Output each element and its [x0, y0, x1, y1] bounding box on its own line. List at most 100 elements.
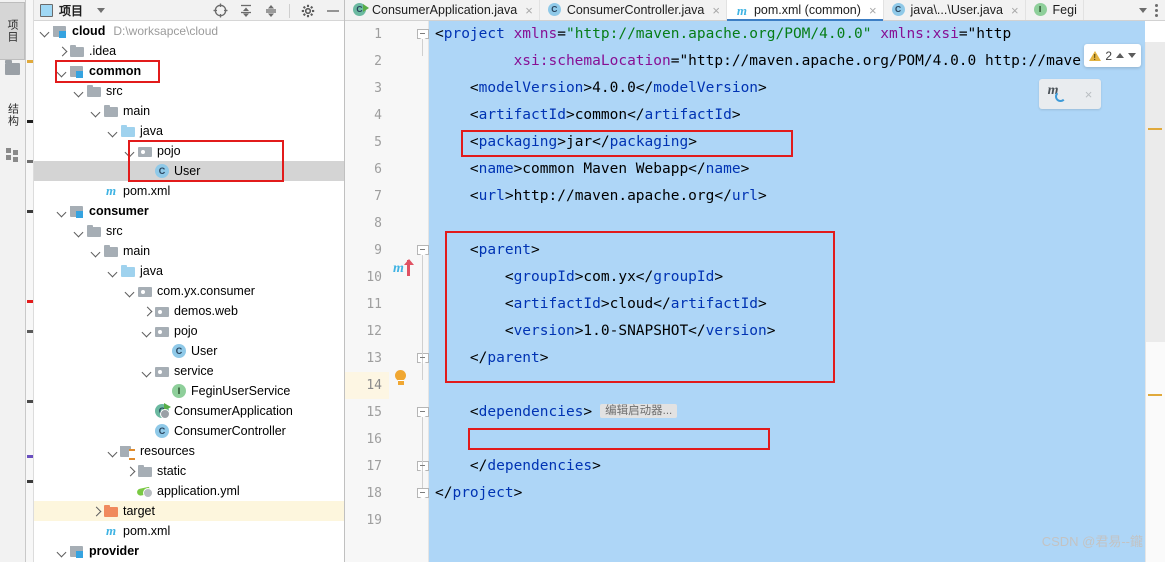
- tree-node-feginuserservice[interactable]: I FeginUserService: [34, 381, 344, 401]
- tree-node-pom-xml[interactable]: m pom.xml: [34, 181, 344, 201]
- code-line[interactable]: [429, 372, 1145, 399]
- code-line[interactable]: <artifactId>common</artifactId>: [429, 102, 1145, 129]
- maven-reload-icon[interactable]: m: [1048, 83, 1068, 104]
- chevron-down-icon[interactable]: [142, 326, 153, 337]
- tree-node-common[interactable]: common: [34, 61, 344, 81]
- close-icon[interactable]: ×: [869, 4, 877, 17]
- code-line[interactable]: <dependencies> 编辑启动器...: [429, 399, 1145, 426]
- project-tree[interactable]: cloud D:\worksapce\cloud .idea common src mai…: [34, 21, 344, 562]
- maven-reload-popup[interactable]: m ×: [1039, 79, 1101, 109]
- tree-node-application-yml[interactable]: application.yml: [34, 481, 344, 501]
- chevron-down-icon[interactable]: [57, 66, 68, 77]
- code-line[interactable]: <project xmlns="http://maven.apache.org/…: [429, 21, 1145, 48]
- chevron-down-icon[interactable]: [108, 446, 119, 457]
- chevron-down-icon[interactable]: [40, 26, 51, 37]
- close-icon[interactable]: ×: [1011, 4, 1019, 17]
- code-line[interactable]: <groupId>com.yx</groupId>: [429, 264, 1145, 291]
- code-editor[interactable]: 1 2 3 4 5 6 7 8 9 10 11 12 13 14 15 16 17 18 19 <project x…: [345, 21, 1165, 562]
- maven-reload-gutter-icon[interactable]: m: [393, 259, 415, 278]
- editor-tab-pom-xml--common-[interactable]: m pom.xml (common) ×: [726, 0, 884, 21]
- inspection-warning-chip[interactable]: 2: [1084, 44, 1141, 67]
- tree-node-java[interactable]: java: [34, 121, 344, 141]
- tree-node-service[interactable]: service: [34, 361, 344, 381]
- tree-node-provider[interactable]: provider: [34, 541, 344, 561]
- editor-tab-consumerapplication-java[interactable]: C ConsumerApplication.java ×: [345, 0, 540, 20]
- chevron-down-icon[interactable]: [74, 226, 85, 237]
- chevron-down-icon[interactable]: [57, 206, 68, 217]
- tree-node-com-yx-consumer[interactable]: com.yx.consumer: [34, 281, 344, 301]
- minimap-scroll-thumb[interactable]: [1146, 42, 1165, 342]
- chevron-down-icon[interactable]: [108, 126, 119, 137]
- fold-end-icon[interactable]: [417, 488, 429, 499]
- chevron-down-icon[interactable]: [125, 146, 136, 157]
- tree-node-main[interactable]: main: [34, 101, 344, 121]
- tree-node-user[interactable]: C User: [34, 341, 344, 361]
- editor-tab-fegi[interactable]: I Fegi: [1025, 0, 1084, 20]
- tree-node-src[interactable]: src: [34, 81, 344, 101]
- more-options-icon[interactable]: [1155, 3, 1158, 17]
- editor-tab-java-----user-java[interactable]: Cjava\...\User.java ×: [883, 0, 1026, 20]
- code-line[interactable]: [429, 507, 1145, 534]
- chevron-down-icon[interactable]: [1139, 7, 1147, 13]
- code-line[interactable]: <modelVersion>4.0.0</modelVersion>: [429, 75, 1145, 102]
- code-line[interactable]: </project>: [429, 480, 1145, 507]
- chevron-down-icon[interactable]: [74, 86, 85, 97]
- collapse-all-icon[interactable]: [264, 4, 278, 18]
- tree-node-target[interactable]: target: [34, 501, 344, 521]
- code-line[interactable]: <artifactId>cloud</artifactId>: [429, 291, 1145, 318]
- hide-panel-icon[interactable]: [326, 4, 340, 18]
- tool-window-button-project[interactable]: 项目: [0, 2, 25, 60]
- intention-bulb-icon[interactable]: [394, 370, 407, 386]
- code-line[interactable]: <name>common Maven Webapp</name>: [429, 156, 1145, 183]
- code-folding-column[interactable]: [415, 21, 429, 562]
- previous-problem-icon[interactable]: [1116, 53, 1124, 58]
- code-line[interactable]: [429, 210, 1145, 237]
- tree-node-src[interactable]: src: [34, 221, 344, 241]
- chevron-down-icon[interactable]: [125, 286, 136, 297]
- tree-node-pom-xml[interactable]: m pom.xml: [34, 521, 344, 541]
- close-icon[interactable]: ×: [712, 4, 720, 17]
- chevron-right-icon[interactable]: [91, 506, 102, 517]
- code-line[interactable]: <url>http://maven.apache.org</url>: [429, 183, 1145, 210]
- next-problem-icon[interactable]: [1128, 53, 1136, 58]
- chevron-right-icon[interactable]: [125, 466, 136, 477]
- code-line[interactable]: </parent>: [429, 345, 1145, 372]
- chevron-right-icon[interactable]: [142, 306, 153, 317]
- tree-node-consumercontroller[interactable]: C ConsumerController: [34, 421, 344, 441]
- tree-node--idea[interactable]: .idea: [34, 41, 344, 61]
- chevron-down-icon[interactable]: [91, 246, 102, 257]
- code-line[interactable]: <version>1.0-SNAPSHOT</version>: [429, 318, 1145, 345]
- tree-node-pojo[interactable]: pojo: [34, 321, 344, 341]
- chevron-down-icon[interactable]: [91, 106, 102, 117]
- settings-gear-icon[interactable]: [301, 4, 315, 18]
- tree-node-pojo[interactable]: pojo: [34, 141, 344, 161]
- tree-node-consumerapplication[interactable]: C ConsumerApplication: [34, 401, 344, 421]
- close-icon[interactable]: ×: [525, 4, 533, 17]
- tree-node-java[interactable]: java: [34, 261, 344, 281]
- chevron-down-icon[interactable]: [97, 7, 106, 13]
- chevron-down-icon[interactable]: [108, 266, 119, 277]
- close-icon[interactable]: ×: [1085, 87, 1093, 102]
- tree-node-cloud[interactable]: cloud D:\worksapce\cloud: [34, 21, 344, 41]
- tree-node-resources[interactable]: resources: [34, 441, 344, 461]
- code-line[interactable]: xsi:schemaLocation="http://maven.apache.…: [429, 48, 1145, 75]
- code-text[interactable]: <project xmlns="http://maven.apache.org/…: [429, 21, 1145, 562]
- editor-minimap[interactable]: [1145, 42, 1165, 562]
- code-line[interactable]: <packaging>jar</packaging>: [429, 129, 1145, 156]
- code-line[interactable]: [429, 426, 1145, 453]
- chevron-down-icon[interactable]: [142, 366, 153, 377]
- tree-node-main[interactable]: main: [34, 241, 344, 261]
- tree-node-consumer[interactable]: consumer: [34, 201, 344, 221]
- inline-hint[interactable]: 编辑启动器...: [600, 404, 678, 418]
- editor-tab-consumercontroller-java[interactable]: C ConsumerController.java ×: [539, 0, 727, 20]
- tree-node-user[interactable]: C User: [34, 161, 344, 181]
- tree-node-static[interactable]: static: [34, 461, 344, 481]
- tree-node-demos-web[interactable]: demos.web: [34, 301, 344, 321]
- select-opened-file-icon[interactable]: [213, 3, 228, 18]
- tool-window-button-structure[interactable]: 结构: [0, 86, 25, 144]
- code-line[interactable]: </dependencies>: [429, 453, 1145, 480]
- expand-all-icon[interactable]: [239, 4, 253, 18]
- chevron-right-icon[interactable]: [57, 46, 68, 57]
- code-line[interactable]: <parent>: [429, 237, 1145, 264]
- chevron-down-icon[interactable]: [57, 546, 68, 557]
